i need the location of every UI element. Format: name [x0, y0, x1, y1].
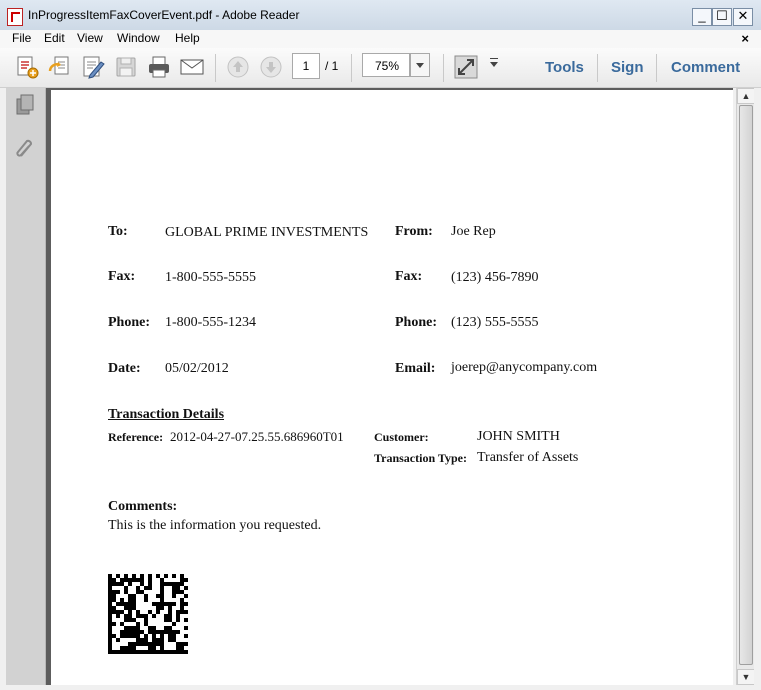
export-icon[interactable]: [47, 54, 73, 80]
date-value: 05/02/2012: [165, 361, 229, 376]
page-down-icon[interactable]: [258, 54, 284, 80]
email-label: Email:: [395, 361, 436, 376]
date-label: Date:: [108, 361, 141, 376]
pdf-page: To: GLOBAL PRIME INVESTMENTS From: Joe R…: [51, 90, 733, 685]
fax-to-label: Fax:: [108, 269, 136, 284]
create-pdf-icon[interactable]: [14, 54, 40, 80]
close-document-button[interactable]: ×: [741, 30, 749, 47]
toolbar-separator: [443, 54, 444, 82]
comment-link[interactable]: Comment: [671, 59, 740, 76]
transaction-details-heading: Transaction Details: [108, 407, 225, 422]
page-up-icon[interactable]: [225, 54, 251, 80]
phone-to-value: 1-800-555-1234: [165, 315, 256, 330]
tools-link[interactable]: Tools: [545, 59, 584, 76]
toolbar-separator: [215, 54, 216, 82]
phone-from-value: (123) 555-5555: [451, 315, 539, 330]
window-frame-right: [754, 88, 761, 685]
window-frame-bottom: [0, 685, 761, 690]
toolbar-separator: [351, 54, 352, 82]
more-tools-bar: [490, 58, 498, 59]
comments-value: This is the information you requested.: [108, 518, 322, 533]
customer-value: JOHN SMITH: [477, 429, 560, 444]
pdf-app-icon: [7, 8, 23, 26]
menu-view[interactable]: View: [77, 30, 103, 47]
menu-bar: File Edit View Window Help ×: [0, 30, 761, 48]
page-total: / 1: [325, 59, 339, 73]
page-number-input[interactable]: 1: [292, 53, 320, 79]
navigation-panel: [6, 88, 46, 685]
menu-edit[interactable]: Edit: [44, 30, 65, 47]
vertical-scrollbar[interactable]: ▲ ▼: [736, 88, 755, 685]
close-window-button[interactable]: ✕: [733, 8, 753, 26]
from-label: From:: [395, 224, 433, 239]
pages-panel-icon[interactable]: [15, 94, 37, 116]
from-value: Joe Rep: [451, 224, 496, 239]
phone-from-label: Phone:: [395, 315, 437, 330]
fax-from-value: (123) 456-7890: [451, 270, 539, 285]
print-icon[interactable]: [146, 54, 172, 80]
menu-window[interactable]: Window: [117, 30, 160, 47]
scroll-down-icon[interactable]: ▼: [737, 669, 755, 685]
fax-from-label: Fax:: [395, 269, 423, 284]
email-value: joerep@anycompany.com: [451, 360, 598, 375]
minimize-button[interactable]: _: [692, 8, 712, 26]
edit-icon[interactable]: [80, 54, 106, 80]
reference-label: Reference:: [108, 430, 164, 444]
window-title: InProgressItemFaxCoverEvent.pdf - Adobe …: [28, 8, 300, 22]
scroll-up-icon[interactable]: ▲: [737, 88, 755, 104]
to-value: GLOBAL PRIME INVESTMENTS: [165, 225, 369, 240]
transaction-type-value: Transfer of Assets: [477, 450, 579, 465]
menu-file[interactable]: File: [12, 30, 31, 47]
comments-label: Comments:: [108, 499, 178, 514]
reference-value: 2012-04-27-07.25.55.686960T01: [170, 429, 344, 444]
fit-window-icon[interactable]: [453, 54, 479, 80]
sign-link[interactable]: Sign: [611, 59, 644, 76]
email-icon[interactable]: [179, 54, 205, 80]
zoom-input[interactable]: 75%: [362, 53, 410, 77]
transaction-type-label: Transaction Type:: [374, 451, 468, 465]
maximize-button[interactable]: ☐: [712, 8, 732, 26]
zoom-dropdown-icon[interactable]: [410, 53, 430, 77]
document-canvas: To: GLOBAL PRIME INVESTMENTS From: Joe R…: [51, 88, 733, 685]
scroll-thumb[interactable]: [739, 105, 753, 665]
to-label: To:: [108, 224, 128, 239]
toolbar-separator: [656, 54, 657, 82]
more-tools-icon[interactable]: [490, 62, 498, 67]
datamatrix-barcode: [108, 574, 188, 654]
phone-to-label: Phone:: [108, 315, 150, 330]
save-icon[interactable]: [113, 54, 139, 80]
toolbar: 1 / 1 75% Tools Sign Comment: [0, 48, 761, 88]
customer-label: Customer:: [374, 430, 429, 444]
menu-help[interactable]: Help: [175, 30, 200, 47]
fax-to-value: 1-800-555-5555: [165, 270, 256, 285]
title-bar: InProgressItemFaxCoverEvent.pdf - Adobe …: [0, 0, 761, 31]
toolbar-separator: [597, 54, 598, 82]
attachments-icon[interactable]: [15, 138, 37, 160]
